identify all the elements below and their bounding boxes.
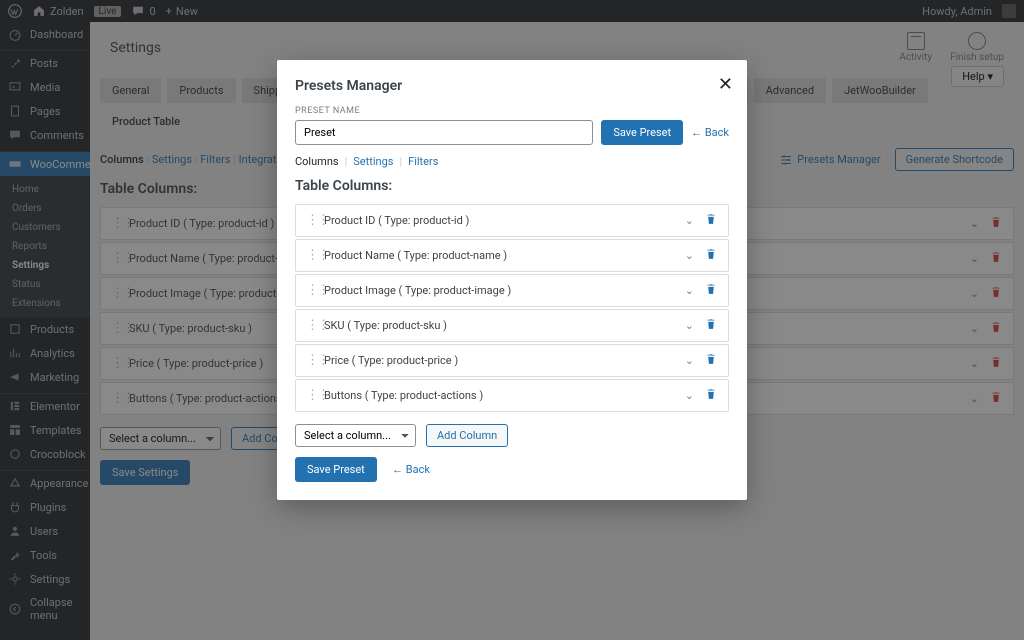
drag-handle-icon[interactable]: ⋮⋮	[306, 318, 318, 333]
drag-handle-icon[interactable]: ⋮⋮	[306, 213, 318, 228]
drag-handle-icon[interactable]: ⋮⋮	[306, 283, 318, 298]
trash-icon[interactable]	[704, 247, 718, 264]
column-label: Buttons ( Type: product-actions )	[324, 389, 483, 402]
table-column-row: ⋮⋮ Product Image ( Type: product-image ) ⌄	[295, 274, 729, 307]
trash-icon[interactable]	[704, 387, 718, 404]
modal-save-preset-button[interactable]: Save Preset	[295, 457, 377, 482]
table-column-row: ⋮⋮ Price ( Type: product-price ) ⌄	[295, 344, 729, 377]
modal-overlay[interactable]: ✕ Presets Manager PRESET NAME Save Prese…	[0, 0, 1024, 640]
chevron-down-icon[interactable]: ⌄	[685, 354, 694, 367]
drag-handle-icon[interactable]: ⋮⋮	[306, 248, 318, 263]
preset-name-label: PRESET NAME	[295, 106, 729, 116]
chevron-down-icon[interactable]: ⌄	[685, 214, 694, 227]
modal-subnav: Columns | Settings | Filters	[295, 155, 729, 168]
close-icon[interactable]: ✕	[718, 74, 733, 95]
back-link[interactable]: ← Back	[691, 126, 729, 139]
table-column-row: ⋮⋮ SKU ( Type: product-sku ) ⌄	[295, 309, 729, 342]
modal-section-title: Table Columns:	[295, 174, 729, 202]
column-label: SKU ( Type: product-sku )	[324, 319, 447, 332]
chevron-down-icon[interactable]: ⌄	[685, 319, 694, 332]
save-preset-button[interactable]: Save Preset	[601, 120, 683, 145]
modal-subnav-columns[interactable]: Columns	[295, 155, 339, 168]
chevron-down-icon[interactable]: ⌄	[685, 284, 694, 297]
modal-title: Presets Manager	[295, 78, 729, 94]
trash-icon[interactable]	[704, 352, 718, 369]
modal-back-link[interactable]: ← Back	[392, 463, 430, 476]
modal-subnav-filters[interactable]: Filters	[408, 155, 438, 168]
modal-add-column-button[interactable]: Add Column	[426, 424, 508, 447]
table-column-row: ⋮⋮ Buttons ( Type: product-actions ) ⌄	[295, 379, 729, 412]
column-label: Price ( Type: product-price )	[324, 354, 458, 367]
chevron-down-icon[interactable]: ⌄	[685, 249, 694, 262]
modal-subnav-settings[interactable]: Settings	[353, 155, 393, 168]
preset-name-input[interactable]	[295, 120, 593, 145]
trash-icon[interactable]	[704, 317, 718, 334]
column-label: Product Name ( Type: product-name )	[324, 249, 507, 262]
table-column-row: ⋮⋮ Product ID ( Type: product-id ) ⌄	[295, 204, 729, 237]
column-label: Product ID ( Type: product-id )	[324, 214, 469, 227]
column-label: Product Image ( Type: product-image )	[324, 284, 511, 297]
drag-handle-icon[interactable]: ⋮⋮	[306, 353, 318, 368]
chevron-down-icon[interactable]: ⌄	[685, 389, 694, 402]
table-column-row: ⋮⋮ Product Name ( Type: product-name ) ⌄	[295, 239, 729, 272]
trash-icon[interactable]	[704, 282, 718, 299]
modal-column-select[interactable]: Select a column...	[295, 424, 416, 447]
drag-handle-icon[interactable]: ⋮⋮	[306, 388, 318, 403]
trash-icon[interactable]	[704, 212, 718, 229]
presets-manager-modal: ✕ Presets Manager PRESET NAME Save Prese…	[277, 60, 747, 500]
